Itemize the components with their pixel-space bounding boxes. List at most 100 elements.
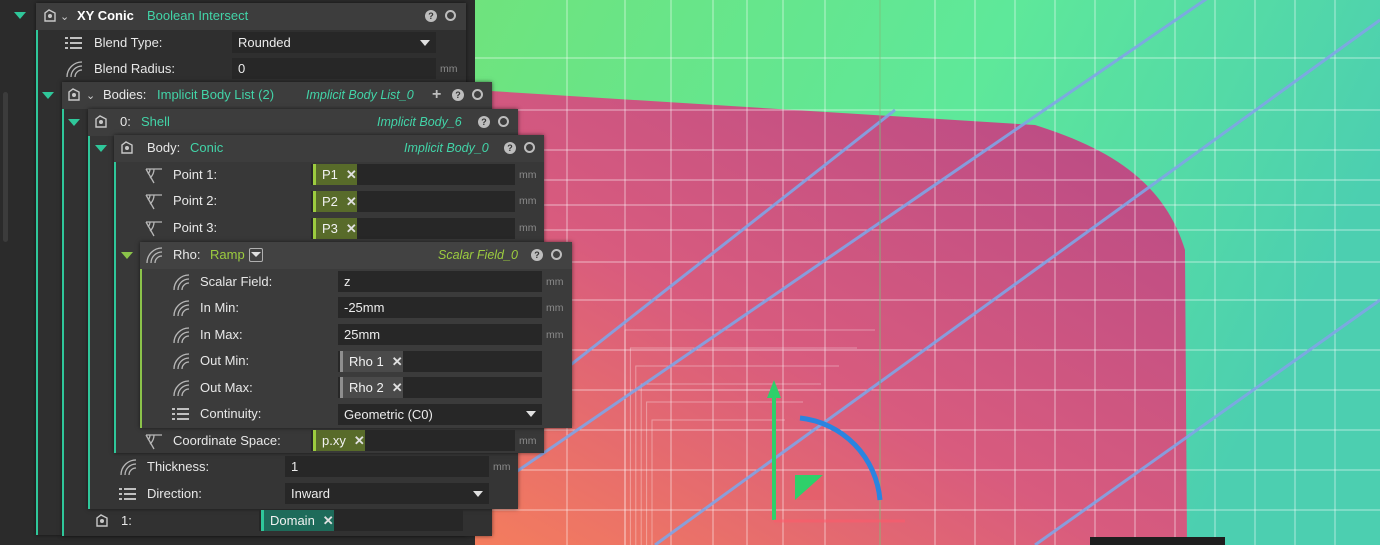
remove-icon[interactable]: ✕ xyxy=(346,164,357,185)
add-icon[interactable]: + xyxy=(432,87,441,103)
unit-label: mm xyxy=(519,435,537,447)
in-min-label: In Min: xyxy=(200,300,240,315)
bodies-accent xyxy=(62,82,64,536)
chip-text: P3 xyxy=(322,221,338,236)
scalar-icon xyxy=(144,245,164,265)
remove-icon[interactable]: ✕ xyxy=(392,351,403,372)
chevron-down-icon[interactable] xyxy=(526,411,536,417)
scrollbar[interactable] xyxy=(3,92,8,242)
in-min-input[interactable]: -25mm xyxy=(338,297,542,318)
body-label: Body: xyxy=(147,140,181,155)
remove-icon[interactable]: ✕ xyxy=(346,191,357,212)
scalar-field-input[interactable]: z xyxy=(338,271,542,292)
bodies-header[interactable]: ⌄ Bodies: Implicit Body List (2) Implici… xyxy=(62,82,492,109)
item-1-label: 1: xyxy=(121,513,132,528)
chevron-down-icon[interactable]: ⌄ xyxy=(60,10,69,23)
point-3-chip[interactable]: P3 ✕ xyxy=(313,218,357,239)
remove-icon[interactable]: ✕ xyxy=(346,218,357,239)
help-icon[interactable]: ? xyxy=(504,142,516,154)
coordinate-space-chip[interactable]: p.xy ✕ xyxy=(313,430,365,451)
conic-accent xyxy=(114,135,116,453)
conic-header[interactable]: Body: Conic Implicit Body_0 ? xyxy=(114,135,544,162)
rho-tag: Scalar Field_0 xyxy=(438,248,518,262)
out-min-label: Out Min: xyxy=(200,353,250,368)
chevron-down-icon[interactable]: ⌄ xyxy=(86,89,95,102)
in-max-label: In Max: xyxy=(200,327,243,342)
out-max-label: Out Max: xyxy=(200,380,253,395)
ramp-header[interactable]: Rho: Ramp Scalar Field_0 ? xyxy=(140,242,572,269)
root-type: Boolean Intersect xyxy=(147,8,249,23)
collapse-body-icon[interactable] xyxy=(95,145,107,152)
3d-viewport[interactable] xyxy=(475,0,1380,545)
shell-accent xyxy=(88,109,90,509)
chip-text: Domain xyxy=(270,513,315,528)
point-icon xyxy=(144,431,164,451)
type-select-button[interactable] xyxy=(249,248,263,262)
unit-label: mm xyxy=(546,276,564,288)
output-port-icon[interactable] xyxy=(445,10,456,21)
node-icon xyxy=(40,6,60,26)
point-icon xyxy=(144,165,164,185)
unit-label: mm xyxy=(519,195,537,207)
rho-label: Rho: xyxy=(173,247,201,262)
point-icon xyxy=(144,218,164,238)
chip-text: Rho 1 xyxy=(349,354,384,369)
chevron-down-icon[interactable] xyxy=(420,40,430,46)
blend-radius-input[interactable]: 0 xyxy=(232,58,436,79)
point-icon xyxy=(144,191,164,211)
help-icon[interactable]: ? xyxy=(452,89,464,101)
remove-icon[interactable]: ✕ xyxy=(323,510,334,531)
direction-select[interactable]: Inward xyxy=(285,483,489,504)
output-port-icon[interactable] xyxy=(498,116,509,127)
unit-label: mm xyxy=(519,222,537,234)
direction-label: Direction: xyxy=(147,486,202,501)
chevron-down-icon[interactable] xyxy=(473,491,483,497)
scalar-icon xyxy=(171,378,191,398)
chip-text: Rho 2 xyxy=(349,380,384,395)
continuity-select[interactable]: Geometric (C0) xyxy=(338,404,542,425)
chip-text: P1 xyxy=(322,167,338,182)
point-2-chip[interactable]: P2 ✕ xyxy=(313,191,357,212)
root-name: XY Conic xyxy=(77,8,134,23)
remove-icon[interactable]: ✕ xyxy=(392,377,403,398)
thickness-label: Thickness: xyxy=(147,459,210,474)
shell-header[interactable]: 0: Shell Implicit Body_6 ? xyxy=(88,109,518,136)
unit-label: mm xyxy=(519,169,537,181)
list-icon xyxy=(64,33,84,53)
root-header[interactable]: ⌄ XY Conic Boolean Intersect ? xyxy=(36,3,466,30)
point-1-chip[interactable]: P1 ✕ xyxy=(313,164,357,185)
output-port-icon[interactable] xyxy=(524,142,535,153)
shell-tag: Implicit Body_6 xyxy=(377,115,462,129)
blend-type-select[interactable]: Rounded xyxy=(232,32,436,53)
scalar-icon xyxy=(64,59,84,79)
output-port-icon[interactable] xyxy=(472,89,483,100)
out-min-chip[interactable]: Rho 1 ✕ xyxy=(340,351,403,372)
out-max-chip[interactable]: Rho 2 ✕ xyxy=(340,377,403,398)
coordinate-space-label: Coordinate Space: xyxy=(173,433,281,448)
unit-label: mm xyxy=(546,302,564,314)
scalar-field-label: Scalar Field: xyxy=(200,274,273,289)
collapse-rho-icon[interactable] xyxy=(121,252,133,259)
scalar-icon xyxy=(171,325,191,345)
thickness-input[interactable]: 1 xyxy=(285,456,489,477)
scalar-icon xyxy=(171,298,191,318)
chip-text: P2 xyxy=(322,194,338,209)
help-icon[interactable]: ? xyxy=(478,116,490,128)
help-icon[interactable]: ? xyxy=(425,10,437,22)
bodies-type: Implicit Body List (2) xyxy=(157,87,275,102)
point-3-label: Point 3: xyxy=(173,220,218,235)
root-accent xyxy=(36,3,38,535)
output-port-icon[interactable] xyxy=(551,249,562,260)
unit-label: mm xyxy=(546,329,564,341)
blend-radius-label: Blend Radius: xyxy=(94,61,175,76)
remove-icon[interactable]: ✕ xyxy=(354,430,365,451)
help-icon[interactable]: ? xyxy=(531,249,543,261)
collapse-shell-icon[interactable] xyxy=(68,119,80,126)
collapse-root-icon[interactable] xyxy=(14,12,26,19)
ramp-accent xyxy=(140,242,142,428)
point-1-label: Point 1: xyxy=(173,167,218,182)
in-max-input[interactable]: 25mm xyxy=(338,324,542,345)
item-1-chip[interactable]: Domain ✕ xyxy=(261,510,334,531)
node-icon xyxy=(117,138,137,158)
collapse-bodies-icon[interactable] xyxy=(42,92,54,99)
